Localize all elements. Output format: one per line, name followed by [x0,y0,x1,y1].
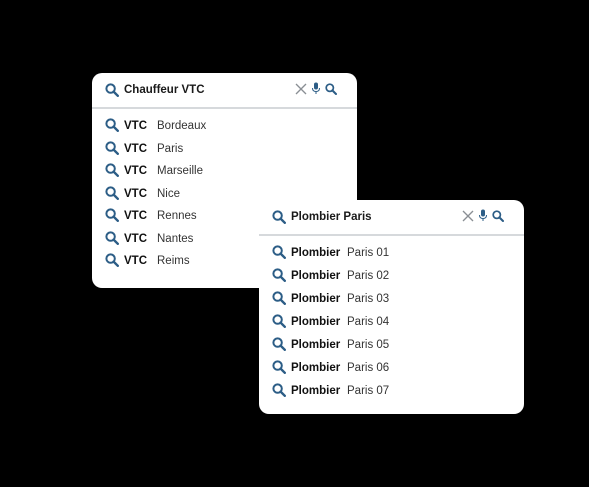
suggestion-keyword: Plombier [291,339,341,351]
search-submit-icon[interactable] [492,209,504,222]
suggestion-value: Paris 01 [347,247,390,259]
suggestion-item[interactable]: Plombier Paris 06 [259,358,524,378]
search-query[interactable]: Plombier Paris [291,211,372,223]
microphone-icon[interactable] [478,209,488,222]
search-icon [272,291,286,305]
suggestion-value: Reims [157,255,190,267]
suggestion-item[interactable]: Plombier Paris 01 [259,243,524,263]
suggestion-value: Paris 02 [347,270,390,282]
suggestion-keyword: VTC [124,255,147,267]
search-icon [272,360,286,374]
search-icon [105,253,119,267]
suggestion-keyword: Plombier [291,385,341,397]
suggestion-item[interactable]: Plombier Paris 05 [259,335,524,355]
search-icon [272,268,286,282]
suggestion-item[interactable]: VTC Bordeaux [92,116,357,136]
suggestion-keyword: VTC [124,210,147,222]
suggestion-item[interactable]: Plombier Paris 03 [259,289,524,309]
search-icon [105,163,119,177]
suggestion-keyword: Plombier [291,270,341,282]
suggestion-keyword: Plombier [291,316,341,328]
suggestion-item[interactable]: VTC Marseille [92,161,357,181]
suggestion-value: Paris 03 [347,293,390,305]
suggestion-value: Paris 05 [347,339,390,351]
close-icon[interactable] [462,210,474,222]
search-bar[interactable]: Chauffeur VTC [92,73,357,109]
suggestion-keyword: VTC [124,232,147,245]
autocomplete-panel-plombier: Plombier Paris Plombier Paris 01 Plombier… [259,200,524,414]
suggestion-item[interactable]: Plombier Paris 02 [259,266,524,286]
suggestion-value: Rennes [157,210,197,222]
search-query[interactable]: Chauffeur VTC [124,84,205,96]
suggestion-value: Paris 07 [347,385,390,397]
search-icon [105,185,119,200]
search-icon [105,208,119,222]
search-icon [272,245,286,259]
suggestion-keyword: VTC [124,142,147,155]
suggestion-keyword: Plombier [291,362,341,374]
search-icon [272,383,286,397]
search-icon [105,230,119,245]
suggestion-keyword: VTC [124,187,147,200]
suggestion-keyword: Plombier [291,293,341,305]
suggestion-keyword: VTC [124,165,147,177]
search-icon [272,337,286,351]
suggestion-value: Nantes [157,232,194,245]
suggestion-value: Paris [157,142,184,155]
suggestion-item[interactable]: Plombier Paris 07 [259,381,524,401]
suggestion-keyword: Plombier [291,247,341,259]
search-icon [272,314,286,328]
search-icon [105,118,119,132]
close-icon[interactable] [295,83,307,95]
search-icon [105,83,119,97]
search-icon [272,210,286,224]
search-bar[interactable]: Plombier Paris [259,200,524,236]
search-submit-icon[interactable] [325,82,337,95]
suggestion-item[interactable]: Plombier Paris 04 [259,312,524,332]
suggestion-value: Bordeaux [157,120,207,132]
search-icon [105,140,119,155]
suggestion-value: Paris 04 [347,316,390,328]
suggestion-item[interactable]: VTC Paris [92,139,357,159]
suggestion-value: Nice [157,187,181,200]
suggestion-value: Paris 06 [347,362,390,374]
microphone-icon[interactable] [311,82,321,95]
suggestion-keyword: VTC [124,120,147,132]
suggestion-value: Marseille [157,165,204,177]
